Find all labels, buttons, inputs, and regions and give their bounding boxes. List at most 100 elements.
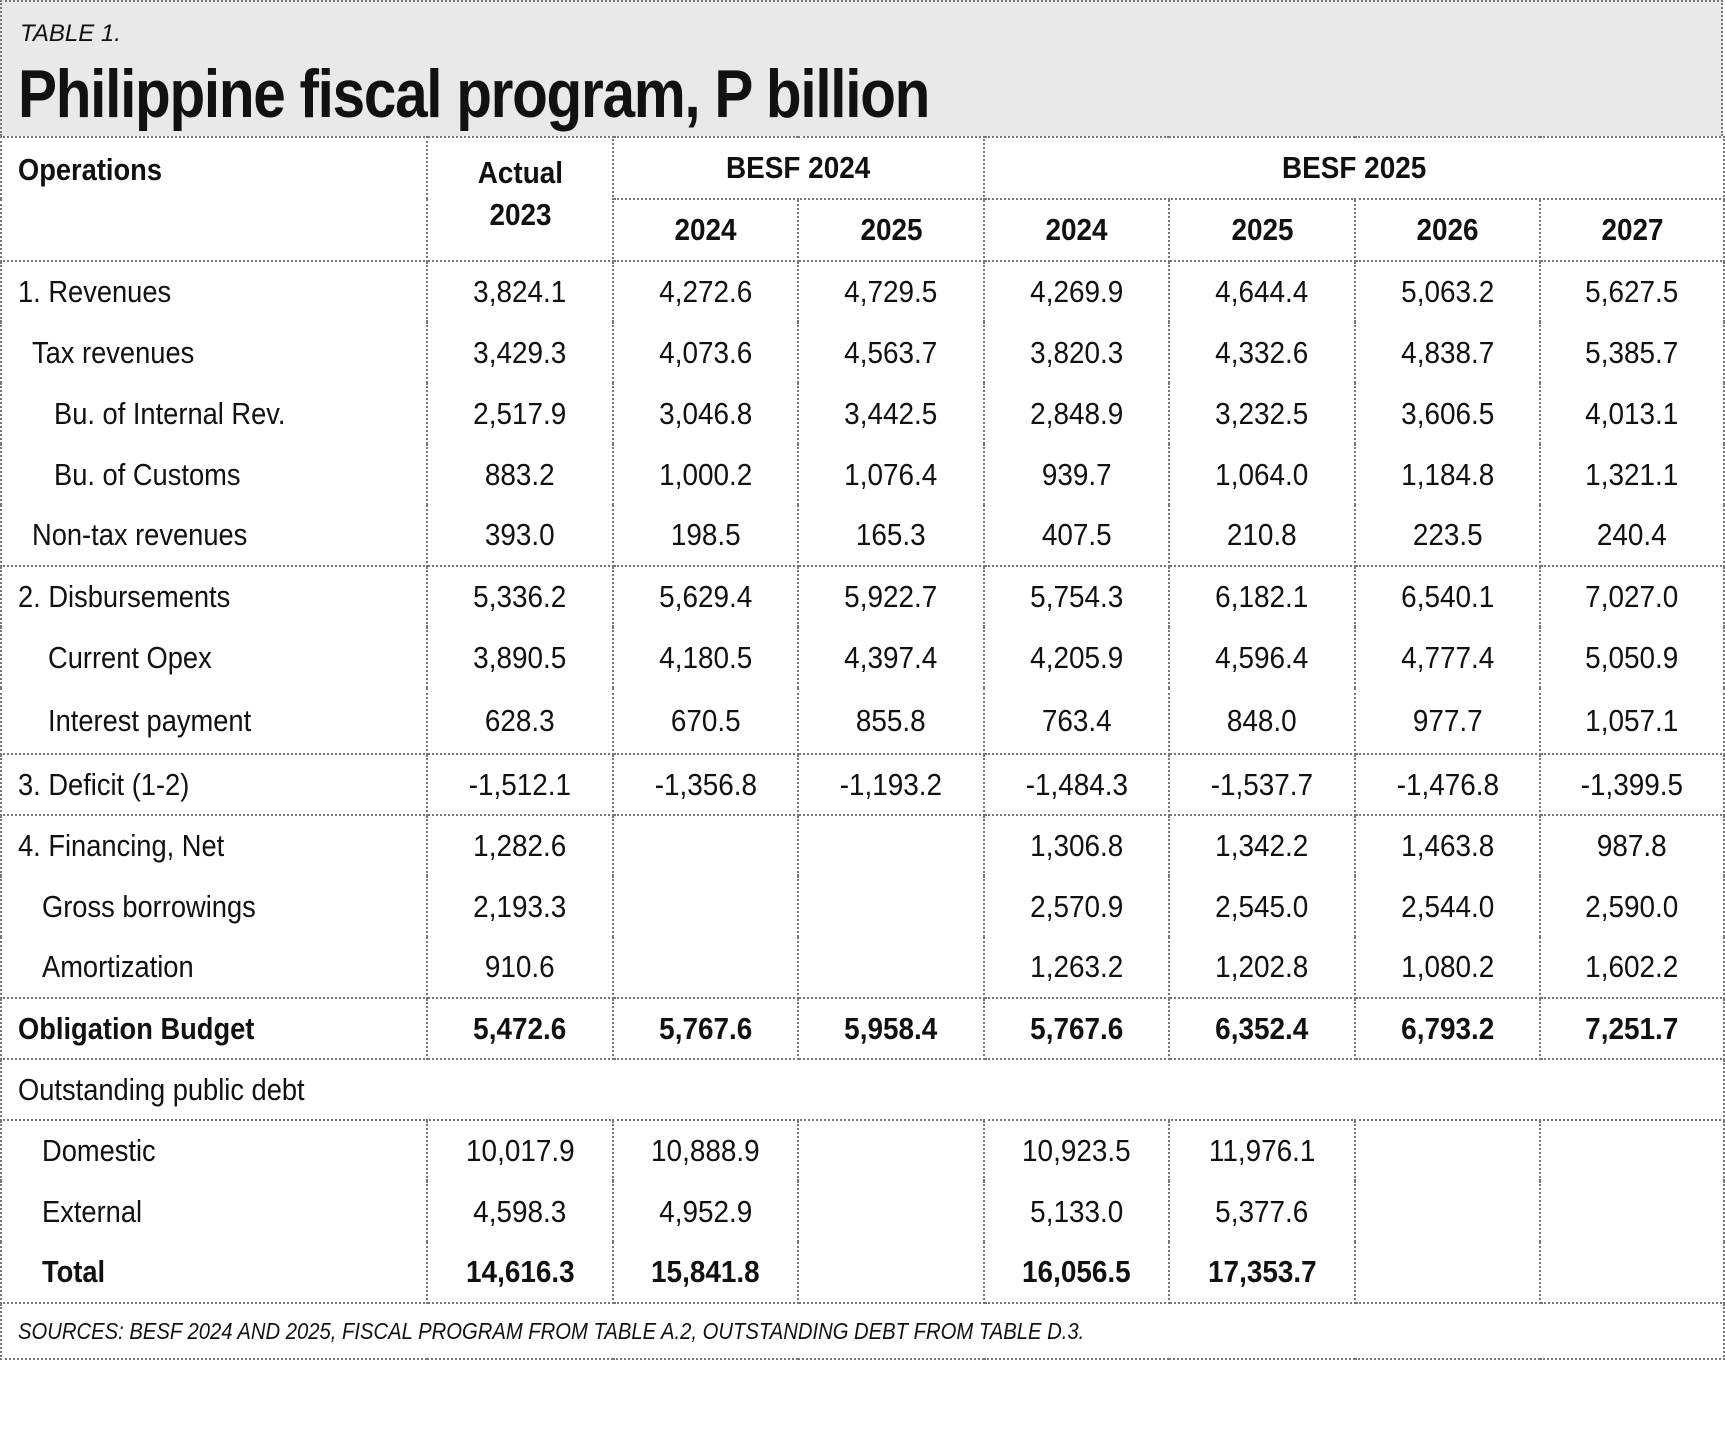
cell: 1,321.1: [1539, 444, 1725, 505]
cell: 10,888.9: [612, 1119, 799, 1181]
cell: 223.5: [1354, 505, 1542, 567]
cell: 883.2: [426, 444, 614, 505]
table-row: Bu. of Internal Rev. 2,517.9 3,046.8 3,4…: [0, 383, 1725, 444]
cell: [1539, 1181, 1725, 1242]
table-row: Bu. of Customs 883.2 1,000.2 1,076.4 939…: [0, 444, 1725, 505]
row-label: Total: [0, 1242, 428, 1304]
cell: 4,838.7: [1354, 322, 1542, 383]
cell: 4,952.9: [612, 1181, 799, 1242]
fiscal-table: Operations Actual 2023 BESF 2024 BESF 202…: [0, 136, 1725, 1360]
cell: -1,356.8: [612, 753, 799, 816]
cell: 939.7: [983, 444, 1171, 505]
cell: 5,472.6: [426, 997, 614, 1060]
cell: -1,512.1: [426, 753, 614, 816]
cell: [1354, 1119, 1542, 1181]
row-label: Obligation Budget: [0, 997, 428, 1060]
table-row: Gross borrowings 2,193.3 2,570.9 2,545.0…: [0, 876, 1725, 937]
cell: 855.8: [796, 688, 986, 755]
cell: [612, 876, 799, 937]
cell: 5,767.6: [612, 997, 799, 1060]
cell: 848.0: [1168, 688, 1357, 755]
cell: 4,269.9: [983, 260, 1171, 322]
cell: 5,922.7: [796, 566, 986, 627]
table-row: Obligation Budget 5,472.6 5,767.6 5,958.…: [0, 997, 1725, 1060]
cell: 5,958.4: [796, 997, 986, 1060]
table-row: External 4,598.3 4,952.9 5,133.0 5,377.6: [0, 1181, 1725, 1242]
cell: [796, 1242, 986, 1304]
cell: 2,848.9: [983, 383, 1171, 444]
cell: 4,205.9: [983, 627, 1171, 688]
header-operations: Operations: [0, 136, 428, 262]
cell: 3,442.5: [796, 383, 986, 444]
table-row: Interest payment 628.3 670.5 855.8 763.4…: [0, 688, 1725, 755]
cell: [796, 876, 986, 937]
table-row: 4. Financing, Net 1,282.6 1,306.8 1,342.…: [0, 814, 1725, 876]
cell: 5,385.7: [1539, 322, 1725, 383]
cell: 2,545.0: [1168, 876, 1357, 937]
cell: 3,046.8: [612, 383, 799, 444]
table-header: TABLE 1. Philippine fiscal program, P bi…: [0, 0, 1723, 136]
cell: 1,202.8: [1168, 937, 1357, 999]
cell: [1539, 1242, 1725, 1304]
cell: -1,537.7: [1168, 753, 1357, 816]
row-label: Non-tax revenues: [0, 505, 428, 567]
cell: [1354, 1181, 1542, 1242]
cell: [796, 814, 986, 876]
cell: 4,598.3: [426, 1181, 614, 1242]
cell: 10,923.5: [983, 1119, 1171, 1181]
cell: 1,602.2: [1539, 937, 1725, 999]
cell: [796, 937, 986, 999]
row-label: 3. Deficit (1-2): [0, 753, 428, 816]
cell: 3,820.3: [983, 322, 1171, 383]
row-label: Bu. of Customs: [0, 444, 428, 505]
header-year: 2025: [796, 198, 986, 262]
cell: -1,399.5: [1539, 753, 1725, 816]
cell: 977.7: [1354, 688, 1542, 755]
cell: 6,793.2: [1354, 997, 1542, 1060]
table-row: 1. Revenues 3,824.1 4,272.6 4,729.5 4,26…: [0, 260, 1725, 322]
row-label: 2. Disbursements: [0, 566, 428, 627]
cell: [796, 1119, 986, 1181]
table-row: Amortization 910.6 1,263.2 1,202.8 1,080…: [0, 937, 1725, 999]
cell: [612, 937, 799, 999]
cell: [1539, 1119, 1725, 1181]
cell: 4,073.6: [612, 322, 799, 383]
cell: 2,544.0: [1354, 876, 1542, 937]
table-title: Philippine fiscal program, P billion: [18, 56, 930, 132]
cell: 1,263.2: [983, 937, 1171, 999]
cell: 987.8: [1539, 814, 1725, 876]
table-row: SOURCES: BESF 2024 AND 2025, FISCAL PROG…: [0, 1302, 1725, 1360]
cell: 1,080.2: [1354, 937, 1542, 999]
cell: 1,076.4: [796, 444, 986, 505]
cell: 5,063.2: [1354, 260, 1542, 322]
cell: 15,841.8: [612, 1242, 799, 1304]
cell: 14,616.3: [426, 1242, 614, 1304]
cell: 4,729.5: [796, 260, 986, 322]
cell: 16,056.5: [983, 1242, 1171, 1304]
header-besf-2025: BESF 2025: [983, 136, 1725, 200]
row-label: Domestic: [0, 1119, 428, 1181]
cell: 1,282.6: [426, 814, 614, 876]
cell: 2,590.0: [1539, 876, 1725, 937]
cell: 198.5: [612, 505, 799, 567]
cell: 5,377.6: [1168, 1181, 1357, 1242]
cell: 763.4: [983, 688, 1171, 755]
row-label: Current Opex: [0, 627, 428, 688]
header-besf-2024: BESF 2024: [611, 136, 986, 200]
cell: 2,517.9: [426, 383, 614, 444]
cell: 4,644.4: [1168, 260, 1357, 322]
cell: 1,064.0: [1168, 444, 1357, 505]
cell: 4,777.4: [1354, 627, 1542, 688]
cell: 4,272.6: [612, 260, 799, 322]
cell: 5,133.0: [983, 1181, 1171, 1242]
cell: 240.4: [1539, 505, 1725, 567]
header-year: 2024: [983, 198, 1171, 262]
cell: -1,476.8: [1354, 753, 1542, 816]
cell: 165.3: [796, 505, 986, 567]
cell: 4,013.1: [1539, 383, 1725, 444]
cell: 1,342.2: [1168, 814, 1357, 876]
table-row: 3. Deficit (1-2) -1,512.1 -1,356.8 -1,19…: [0, 753, 1725, 816]
row-label: 1. Revenues: [0, 260, 428, 322]
header-year: 2026: [1354, 198, 1542, 262]
section-label: Outstanding public debt: [0, 1058, 1725, 1121]
